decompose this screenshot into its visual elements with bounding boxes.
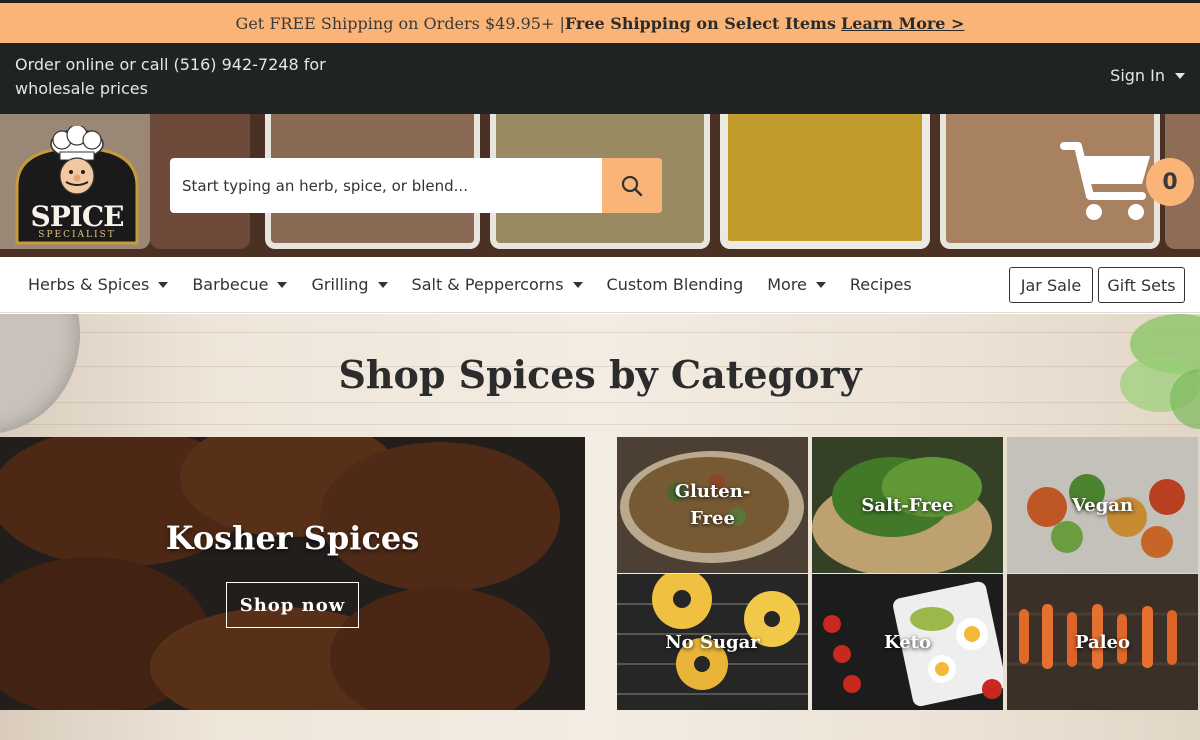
kosher-title: Kosher Spices: [165, 519, 420, 557]
category-tile-paleo[interactable]: Paleo: [1007, 574, 1198, 710]
sign-in-button[interactable]: Sign In: [1110, 66, 1185, 85]
shopping-cart-icon: [1060, 142, 1150, 220]
category-section: Shop Spices by Category Kosher Spices Sh…: [0, 314, 1200, 740]
tile-label-line: Free: [690, 508, 735, 529]
tile-label: Salt-Free: [812, 437, 1003, 573]
kosher-spices-banner[interactable]: Kosher Spices Shop now: [0, 437, 585, 710]
nav-item-grilling[interactable]: Grilling: [299, 275, 399, 294]
wood-grain: [0, 424, 1200, 425]
site-header: SPICE SPECIALIST 0: [0, 114, 1200, 257]
shop-now-button[interactable]: Shop now: [226, 582, 359, 628]
nav-item-label: Barbecue: [192, 275, 269, 294]
nav-item-label: Custom Blending: [606, 275, 744, 294]
nav-item-more[interactable]: More: [755, 275, 838, 294]
nav-item-label: More: [767, 275, 807, 294]
search-button[interactable]: [602, 158, 662, 213]
tile-label-line: Salt-Free: [861, 494, 954, 516]
chevron-down-icon: [815, 281, 826, 288]
category-tile-no-sugar[interactable]: No Sugar: [617, 574, 808, 710]
logo-text: SPICE: [30, 200, 125, 233]
tile-label-line: Keto: [883, 631, 932, 653]
nav-item-label: Herbs & Spices: [28, 275, 150, 294]
tile-label-line: Paleo: [1074, 631, 1130, 653]
tile-label-line: Vegan: [1071, 494, 1134, 516]
info-bar: Order online or call (516) 942-7248 for …: [0, 43, 1200, 114]
promo-bold-text: Free Shipping on Select Items: [564, 13, 836, 33]
tile-label-line: No Sugar: [665, 631, 760, 653]
search-icon: [621, 175, 643, 196]
chevron-down-icon: [377, 281, 388, 288]
nav-item-herbs-spices[interactable]: Herbs & Spices: [0, 275, 180, 294]
call-line-1: Order online or call (516) 942-7248 for: [15, 55, 326, 74]
nav-item-salt-peppercorns[interactable]: Salt & Peppercorns: [400, 275, 595, 294]
category-tile-keto[interactable]: Keto: [812, 574, 1003, 710]
category-tile-gluten-free[interactable]: Gluten- Free: [617, 437, 808, 573]
jar-sale-button[interactable]: Jar Sale: [1009, 267, 1093, 303]
wood-grain: [0, 332, 1200, 333]
category-tile-salt-free[interactable]: Salt-Free: [812, 437, 1003, 573]
chevron-down-icon: [158, 281, 169, 288]
wholesale-call-text: Order online or call (516) 942-7248 for …: [15, 53, 335, 101]
tile-label: Vegan: [1007, 437, 1198, 573]
sign-in-label: Sign In: [1110, 66, 1165, 85]
gift-sets-button[interactable]: Gift Sets: [1098, 267, 1185, 303]
promo-text: Get FREE Shipping on Orders $49.95+ |: [235, 13, 565, 33]
tile-label-line: Gluten-: [674, 481, 751, 502]
nav-item-label: Salt & Peppercorns: [411, 275, 564, 294]
nav-item-label: Recipes: [849, 275, 912, 294]
search-bar: [170, 158, 662, 213]
tile-label: No Sugar: [617, 574, 808, 710]
tile-label: Keto: [812, 574, 1003, 710]
nav-item-recipes[interactable]: Recipes: [838, 275, 924, 294]
search-input[interactable]: [170, 158, 602, 213]
cart-button[interactable]: 0: [1060, 140, 1195, 230]
main-nav: Herbs & Spices Barbecue Grilling Salt & …: [0, 257, 1200, 313]
chevron-down-icon: [1175, 72, 1185, 79]
spice-specialist-logo[interactable]: SPICE SPECIALIST: [14, 124, 140, 245]
cart-count-badge: 0: [1146, 158, 1194, 206]
promo-bar: Get FREE Shipping on Orders $49.95+ | Fr…: [0, 0, 1200, 43]
chevron-down-icon: [572, 281, 583, 288]
wood-grain: [0, 402, 1200, 403]
call-line-2: wholesale prices: [15, 79, 148, 98]
challah-bread-image: [0, 437, 585, 710]
category-tile-vegan[interactable]: Vegan: [1007, 437, 1198, 573]
tile-label: Gluten- Free: [617, 437, 808, 573]
chevron-down-icon: [277, 281, 288, 288]
tile-label: Paleo: [1007, 574, 1198, 710]
nav-item-barbecue[interactable]: Barbecue: [180, 275, 299, 294]
section-title: Shop Spices by Category: [338, 352, 862, 397]
logo-subtext: SPECIALIST: [38, 230, 116, 240]
spice-bowl-image: [720, 114, 930, 249]
nav-item-label: Grilling: [311, 275, 369, 294]
learn-more-link[interactable]: Learn More >: [841, 14, 964, 33]
nav-item-custom-blending[interactable]: Custom Blending: [595, 275, 756, 294]
